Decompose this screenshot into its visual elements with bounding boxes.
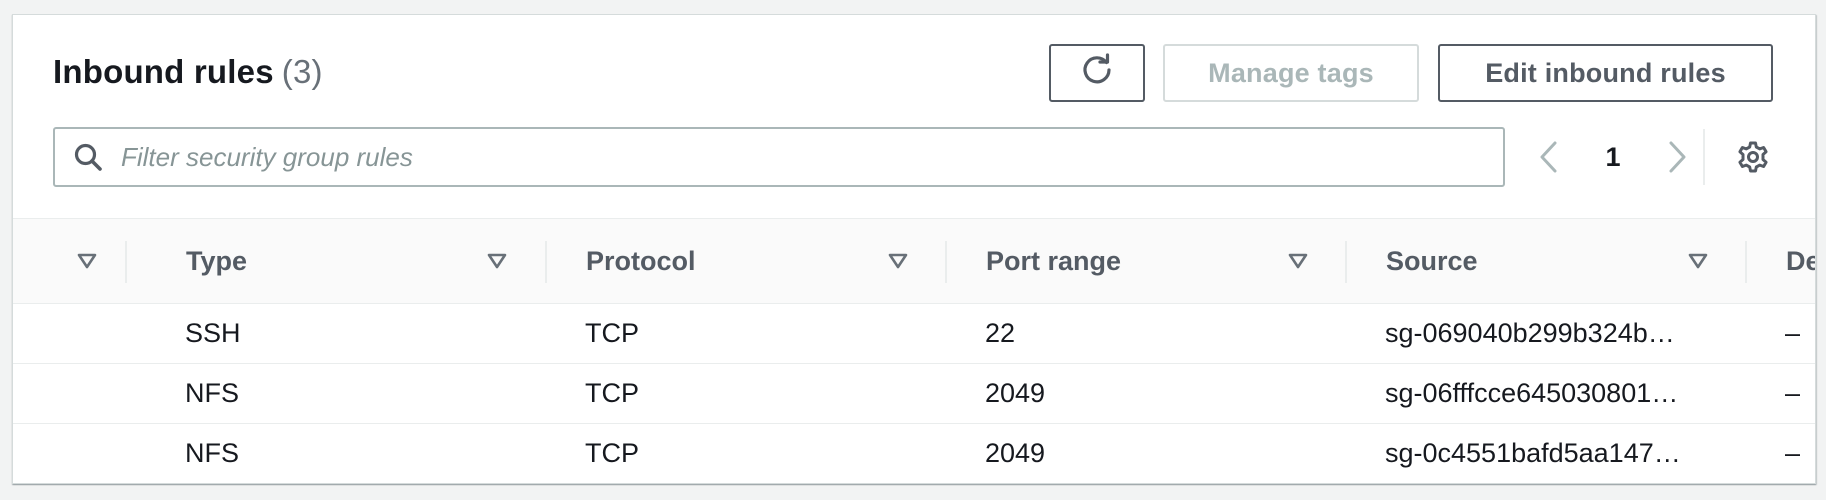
cell-protocol: TCP bbox=[585, 318, 639, 348]
refresh-icon bbox=[1080, 52, 1114, 94]
cell-port-range: 2049 bbox=[985, 438, 1046, 468]
page-number-1[interactable]: 1 bbox=[1573, 142, 1653, 173]
column-header-port-range[interactable]: Port range bbox=[986, 219, 1121, 303]
column-divider bbox=[1345, 241, 1347, 283]
next-page-button[interactable] bbox=[1653, 133, 1701, 181]
refresh-button[interactable] bbox=[1049, 44, 1145, 102]
cell-source[interactable]: sg-06fffcce645030801… bbox=[1385, 364, 1705, 423]
table-row[interactable]: NFS TCP 2049 sg-06fffcce645030801… – bbox=[13, 364, 1815, 424]
column-header-protocol[interactable]: Protocol bbox=[586, 219, 696, 303]
sort-icon-port-range[interactable] bbox=[1284, 247, 1312, 275]
rule-count: (3) bbox=[281, 53, 323, 90]
inbound-rules-panel: Inbound rules (3) Manage tags Edit inboun… bbox=[12, 14, 1816, 484]
sort-icon-source[interactable] bbox=[1684, 247, 1712, 275]
edit-inbound-rules-button[interactable]: Edit inbound rules bbox=[1438, 44, 1773, 102]
cell-protocol: TCP bbox=[585, 378, 639, 408]
column-divider bbox=[1745, 241, 1747, 283]
cell-source[interactable]: sg-069040b299b324b… bbox=[1385, 304, 1705, 363]
page-title: Inbound rules (3) bbox=[53, 53, 323, 91]
search-icon bbox=[55, 129, 121, 185]
column-divider bbox=[945, 241, 947, 283]
column-header-type[interactable]: Type bbox=[186, 219, 247, 303]
panel-header: Inbound rules (3) Manage tags Edit inboun… bbox=[13, 15, 1815, 218]
cell-port-range: 2049 bbox=[985, 378, 1046, 408]
column-divider bbox=[545, 241, 547, 283]
sort-icon-selection[interactable] bbox=[73, 247, 101, 275]
filter-search-box[interactable] bbox=[53, 127, 1505, 187]
column-divider bbox=[125, 241, 127, 283]
table-row[interactable]: SSH TCP 22 sg-069040b299b324b… – bbox=[13, 304, 1815, 364]
cell-source[interactable]: sg-0c4551bafd5aa147… bbox=[1385, 424, 1705, 483]
sort-icon-type[interactable] bbox=[483, 247, 511, 275]
cell-type: SSH bbox=[185, 318, 241, 348]
table-settings-button[interactable] bbox=[1729, 135, 1777, 183]
cell-description: – bbox=[1785, 438, 1801, 468]
cell-description: – bbox=[1785, 318, 1801, 348]
cell-type: NFS bbox=[185, 438, 239, 468]
table-row[interactable]: NFS TCP 2049 sg-0c4551bafd5aa147… – bbox=[13, 424, 1815, 483]
title-text: Inbound rules bbox=[53, 53, 274, 90]
gear-icon bbox=[1736, 140, 1770, 179]
cell-protocol: TCP bbox=[585, 438, 639, 468]
cell-port-range: 22 bbox=[985, 318, 1016, 348]
filter-input[interactable] bbox=[121, 132, 1481, 182]
cell-description: – bbox=[1785, 378, 1801, 408]
sort-icon-protocol[interactable] bbox=[884, 247, 912, 275]
manage-tags-button[interactable]: Manage tags bbox=[1163, 44, 1419, 102]
pagination: 1 bbox=[1525, 127, 1701, 187]
table-header: Type Protocol Port range Source De bbox=[13, 218, 1815, 304]
column-header-description[interactable]: De bbox=[1786, 219, 1815, 303]
column-header-source[interactable]: Source bbox=[1386, 219, 1478, 303]
pager-divider bbox=[1703, 129, 1705, 185]
previous-page-button[interactable] bbox=[1525, 133, 1573, 181]
cell-type: NFS bbox=[185, 378, 239, 408]
